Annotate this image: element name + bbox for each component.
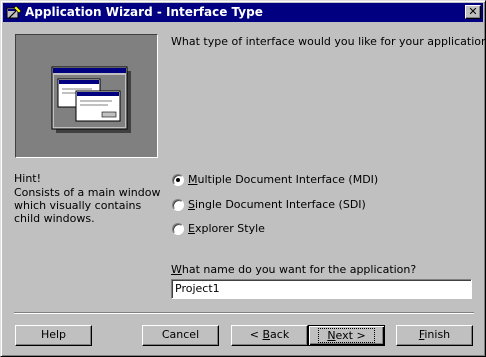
title-bar[interactable]: Application Wizard - Interface Type ✕ [3,3,483,22]
interface-preview-image [15,34,158,158]
cancel-button[interactable]: Cancel [142,325,219,346]
app-name-input[interactable]: Project1 [171,279,472,299]
radio-selected-dot [176,178,180,182]
button-separator [14,312,474,314]
next-button[interactable]: Next > [308,325,385,346]
window-title: Application Wizard - Interface Type [25,5,263,19]
hint-text: Consists of a main window which visually… [14,186,161,225]
radio-mdi-label[interactable]: Multiple Document Interface (MDI) [188,173,378,187]
radio-explorer-label[interactable]: Explorer Style [188,222,265,236]
app-name-label: What name do you want for the applicatio… [171,263,417,276]
hint-title: Hint! [14,172,42,185]
wizard-app-icon [6,5,22,19]
finish-button[interactable]: Finish [396,325,473,346]
radio-button[interactable] [172,223,184,235]
close-icon: ✕ [468,5,478,18]
back-button[interactable]: < Back [231,325,308,346]
interface-question: What type of interface would you like fo… [171,35,486,48]
radio-sdi-label[interactable]: Single Document Interface (SDI) [188,198,366,212]
application-wizard-dialog: Application Wizard - Interface Type ✕ Wh… [0,0,486,357]
radio-button[interactable] [172,174,184,186]
help-button[interactable]: Help [15,325,92,346]
radio-button[interactable] [172,199,184,211]
mdi-windows-illustration [51,66,131,133]
close-button[interactable]: ✕ [465,5,481,19]
